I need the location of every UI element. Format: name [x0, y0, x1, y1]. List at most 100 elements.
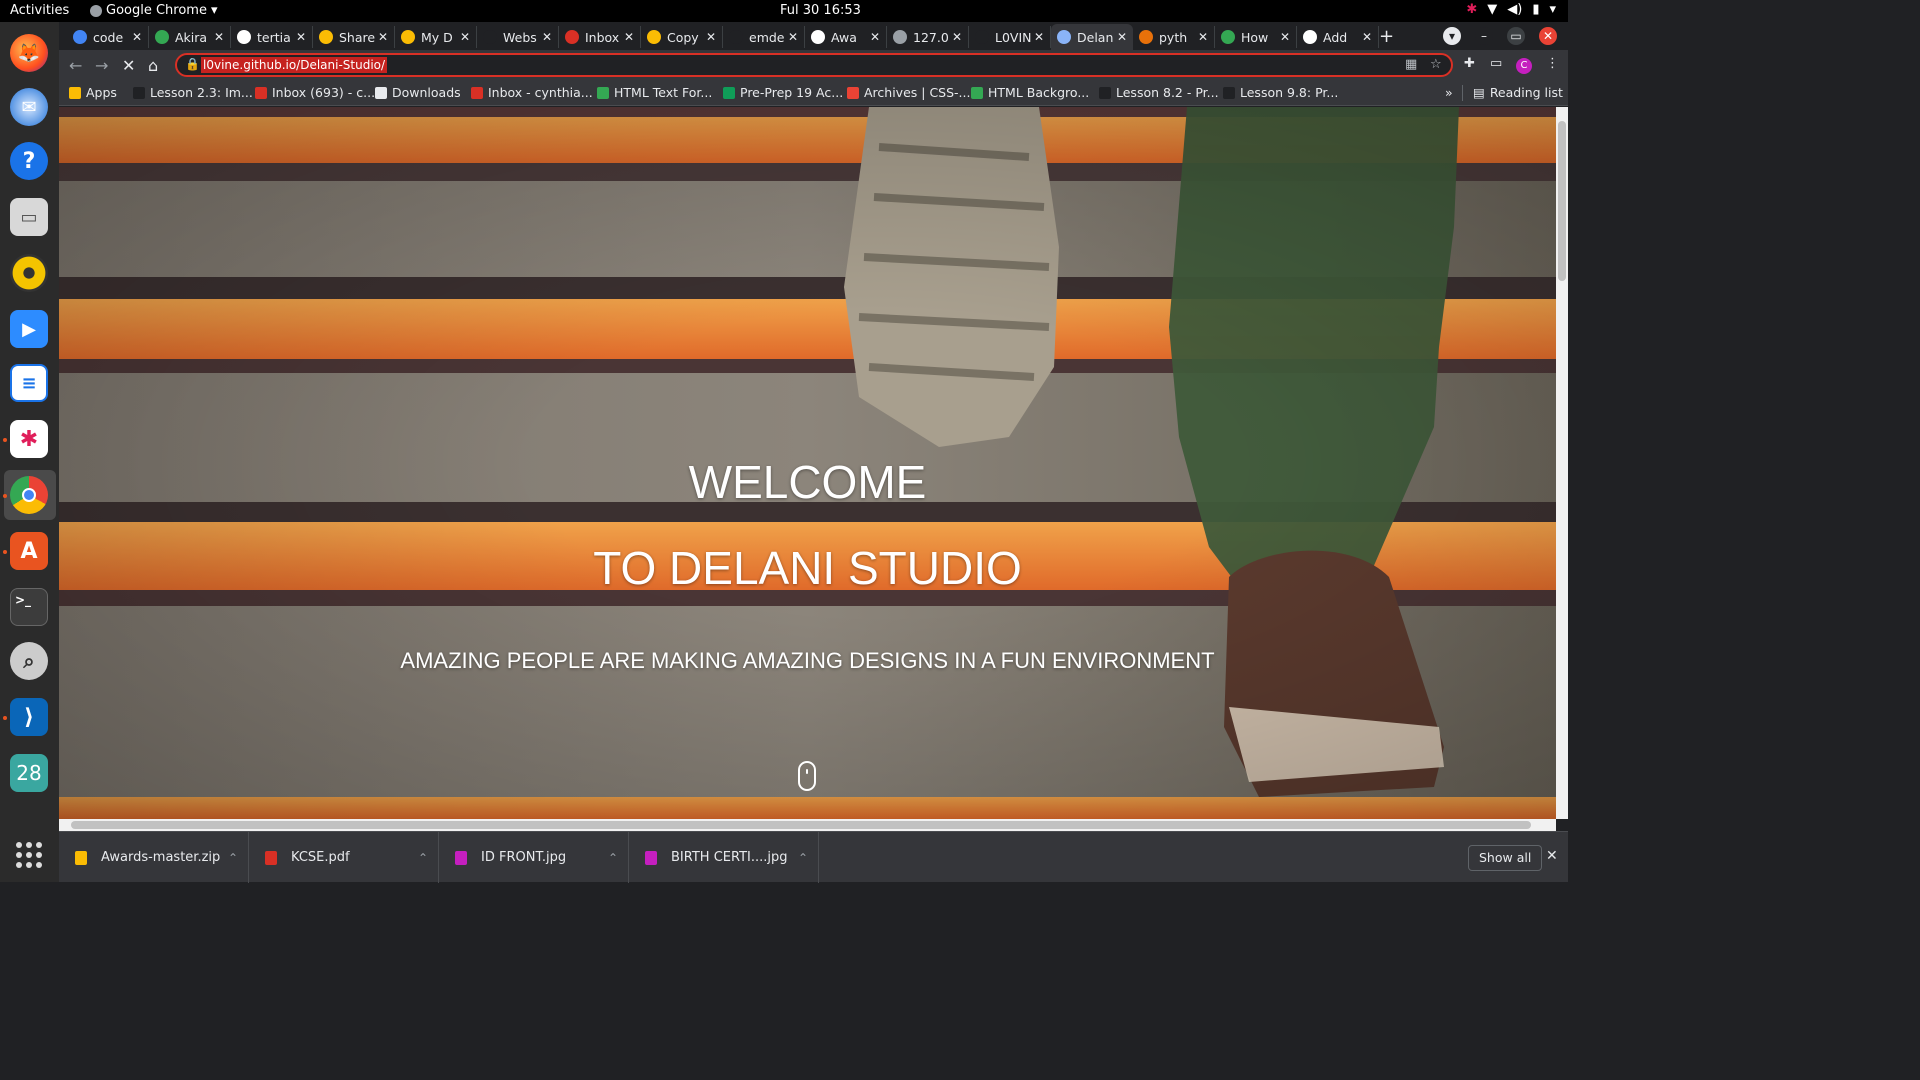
close-tab-icon[interactable]: ✕ [1196, 30, 1210, 44]
files-icon[interactable]: ▭ [10, 198, 48, 236]
close-tab-icon[interactable]: ✕ [622, 30, 636, 44]
calendar-icon[interactable]: 28 [10, 754, 48, 792]
browser-tab[interactable]: code ✕ [67, 26, 149, 48]
chevron-up-icon[interactable]: ⌃ [798, 851, 818, 865]
browser-tab[interactable]: emde ✕ [723, 26, 805, 48]
slack-tray-icon[interactable]: ✱ [1466, 2, 1477, 17]
browser-tab[interactable]: Copy ✕ [641, 26, 723, 48]
bookmark-item[interactable]: Inbox - cynthia... [471, 85, 593, 100]
browser-tab[interactable]: Add ✕ [1297, 26, 1379, 48]
rhythmbox-icon[interactable] [10, 254, 48, 292]
browser-tab[interactable]: Share ✕ [313, 26, 395, 48]
firefox-icon[interactable]: 🦊 [10, 34, 48, 72]
bookmark-item[interactable]: Archives | CSS-... [847, 85, 970, 100]
scroll-mouse-icon[interactable] [798, 761, 816, 791]
thunderbird-icon[interactable]: ✉ [10, 88, 48, 126]
url-text[interactable]: l0vine.github.io/Delani-Studio/ [201, 57, 388, 73]
clock[interactable]: Ful 30 16:53 [780, 3, 861, 18]
download-item[interactable]: Awards-master.zip ⌃ [59, 832, 249, 883]
tab-search-icon[interactable]: ▾ [1443, 27, 1461, 45]
app-menu[interactable]: Google Chrome ▾ [90, 3, 218, 18]
forward-icon[interactable]: → [95, 56, 108, 75]
download-item[interactable]: BIRTH CERTI....jpg ⌃ [629, 832, 819, 883]
browser-tab[interactable]: How ✕ [1215, 26, 1297, 48]
browser-tab[interactable]: Akira ✕ [149, 26, 231, 48]
system-tray[interactable]: ✱ ▼ ◀) ▮ ▾ [1466, 2, 1556, 17]
close-tab-icon[interactable]: ✕ [950, 30, 964, 44]
lock-icon[interactable]: 🔒 [185, 57, 200, 71]
close-tab-icon[interactable]: ✕ [294, 30, 308, 44]
libreoffice-writer-icon[interactable]: ≡ [10, 364, 48, 402]
browser-tab[interactable]: Delan ✕ [1051, 24, 1133, 50]
bookmark-item[interactable]: Lesson 2.3: Im... [133, 85, 253, 100]
back-icon[interactable]: ← [69, 56, 82, 75]
scrollbar-thumb[interactable] [1558, 121, 1566, 281]
browser-tab[interactable]: Awa ✕ [805, 26, 887, 48]
bookmark-item[interactable]: HTML Text For... [597, 85, 712, 100]
minimize-icon[interactable]: – [1475, 27, 1493, 45]
close-tab-icon[interactable]: ✕ [458, 30, 472, 44]
chevron-up-icon[interactable]: ⌃ [418, 851, 438, 865]
close-tab-icon[interactable]: ✕ [212, 30, 226, 44]
bookmarks-overflow-button[interactable]: » [1445, 85, 1453, 100]
browser-tab[interactable]: L0VIN ✕ [969, 26, 1051, 48]
power-menu-icon[interactable]: ▾ [1549, 2, 1556, 17]
show-all-button[interactable]: Show all [1468, 845, 1543, 871]
close-icon[interactable]: ✕ [1546, 848, 1558, 864]
vertical-scrollbar[interactable] [1556, 107, 1568, 819]
bookmark-item[interactable]: HTML Backgro... [971, 85, 1089, 100]
close-window-icon[interactable]: ✕ [1539, 27, 1557, 45]
stop-loading-icon[interactable]: ✕ [122, 56, 135, 75]
close-tab-icon[interactable]: ✕ [1360, 30, 1374, 44]
new-tab-icon[interactable]: + [1379, 26, 1394, 47]
bookmark-item[interactable]: Lesson 8.2 - Pr... [1099, 85, 1219, 100]
scrollbar-thumb[interactable] [71, 821, 1531, 829]
extensions-icon[interactable]: ✚ [1464, 56, 1475, 71]
bookmark-item[interactable]: Pre-Prep 19 Ac... [723, 85, 843, 100]
bookmark-item[interactable]: Inbox (693) - c... [255, 85, 375, 100]
close-tab-icon[interactable]: ✕ [868, 30, 882, 44]
activities-button[interactable]: Activities [10, 3, 69, 18]
download-item[interactable]: KCSE.pdf ⌃ [249, 832, 439, 883]
close-tab-icon[interactable]: ✕ [704, 30, 718, 44]
horizontal-scrollbar[interactable] [59, 819, 1556, 831]
close-tab-icon[interactable]: ✕ [1115, 30, 1129, 44]
chrome-icon[interactable] [10, 476, 48, 514]
close-tab-icon[interactable]: ✕ [376, 30, 390, 44]
profile-avatar[interactable]: C [1516, 58, 1532, 74]
browser-tab[interactable]: Inbox ✕ [559, 26, 641, 48]
terminal-icon[interactable]: >_ [10, 588, 48, 626]
address-bar[interactable]: 🔒 l0vine.github.io/Delani-Studio/ ▦ ☆ [175, 53, 1453, 77]
reading-list-button[interactable]: ▤ Reading list [1473, 85, 1563, 100]
bookmark-item[interactable]: Lesson 9.8: Pr... [1223, 85, 1338, 100]
qr-code-icon[interactable]: ▦ [1405, 57, 1417, 72]
zoom-icon[interactable]: ▶ [10, 310, 48, 348]
bookmark-star-icon[interactable]: ☆ [1430, 57, 1442, 72]
reading-list-icon: ▤ [1473, 85, 1485, 100]
browser-tab[interactable]: 127.0 ✕ [887, 26, 969, 48]
chevron-up-icon[interactable]: ⌃ [608, 851, 628, 865]
close-tab-icon[interactable]: ✕ [1032, 30, 1046, 44]
download-item[interactable]: ID FRONT.jpg ⌃ [439, 832, 629, 883]
restore-icon[interactable]: ▭ [1507, 27, 1525, 45]
browser-tab[interactable]: Webs ✕ [477, 26, 559, 48]
app-center-icon[interactable]: A [10, 532, 48, 570]
close-tab-icon[interactable]: ✕ [786, 30, 800, 44]
cast-icon[interactable]: ▭ [1490, 56, 1502, 71]
show-applications-icon[interactable] [16, 842, 42, 868]
slack-icon[interactable]: ✱ [10, 420, 48, 458]
browser-tab[interactable]: pyth ✕ [1133, 26, 1215, 48]
home-icon[interactable]: ⌂ [148, 56, 158, 75]
bookmark-item[interactable]: Apps [69, 85, 117, 100]
search-app-icon[interactable]: ⌕ [10, 642, 48, 680]
more-menu-icon[interactable]: ⋮ [1546, 56, 1559, 71]
help-icon[interactable]: ? [10, 142, 48, 180]
close-tab-icon[interactable]: ✕ [540, 30, 554, 44]
vscode-icon[interactable]: ⟩ [10, 698, 48, 736]
browser-tab[interactable]: tertia ✕ [231, 26, 313, 48]
chevron-up-icon[interactable]: ⌃ [228, 851, 248, 865]
close-tab-icon[interactable]: ✕ [130, 30, 144, 44]
close-tab-icon[interactable]: ✕ [1278, 30, 1292, 44]
browser-tab[interactable]: My D ✕ [395, 26, 477, 48]
bookmark-item[interactable]: Downloads [375, 85, 461, 100]
